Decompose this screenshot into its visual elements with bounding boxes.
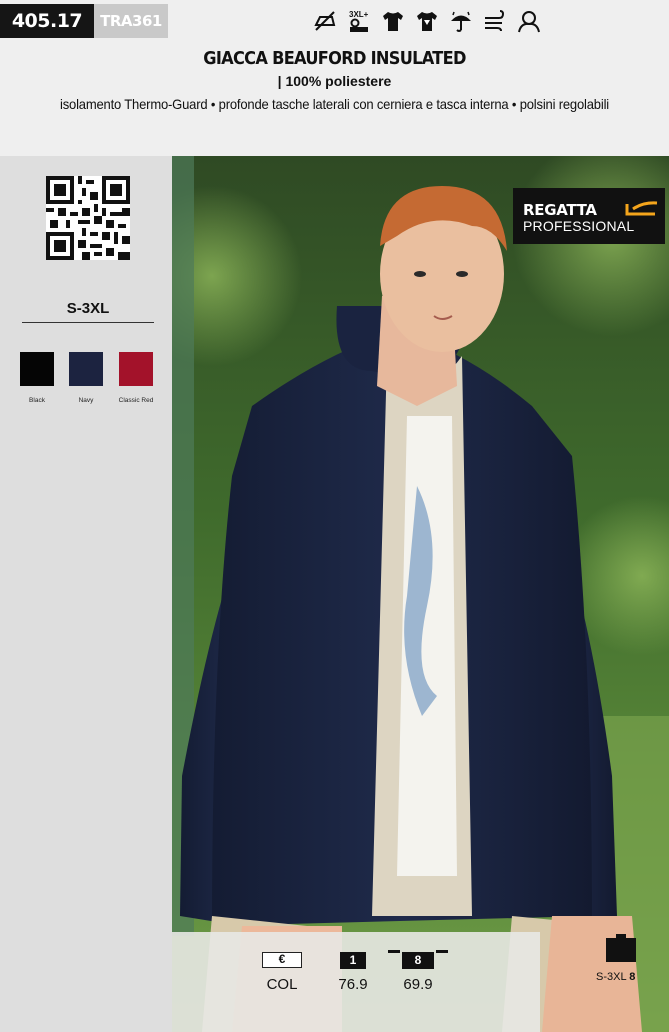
- plus-size-text: 3XL+: [349, 10, 369, 19]
- waterproof-umbrella-icon: [451, 11, 471, 32]
- qty-tier-8: 8: [402, 952, 434, 969]
- 3xl-plus-size-icon: 3XL+: [349, 10, 369, 32]
- product-material: | 100% poliestere: [277, 73, 392, 89]
- tshirt-print-icon: [417, 12, 437, 31]
- brand-line2: PROFESSIONAL: [523, 218, 635, 234]
- hooded-person-icon: [518, 11, 540, 33]
- tshirt-icon: [383, 12, 403, 31]
- pack-count: 8: [629, 971, 636, 983]
- product-photo: [172, 156, 669, 1032]
- color-swatch-navy[interactable]: [69, 352, 103, 386]
- pack-sizes: S-3XL: [596, 971, 627, 983]
- no-ironing-icon: [314, 11, 336, 31]
- qty-tier-1: 1: [340, 952, 366, 969]
- price-tier-1: 76.9: [338, 976, 368, 993]
- qr-code[interactable]: [46, 176, 130, 260]
- tier-dash-right: [436, 950, 448, 953]
- windproof-icon: [485, 10, 505, 32]
- size-range: S-3XL: [22, 300, 154, 323]
- model-wearing-jacket-image: [172, 156, 669, 1032]
- color-label-navy: Navy: [78, 397, 94, 404]
- color-column-label: COL: [266, 976, 298, 993]
- product-features: isolamento Thermo-Guard • profonde tasch…: [59, 96, 609, 112]
- reference-badge: TRA361: [94, 4, 168, 38]
- color-label-black: Black: [29, 397, 45, 404]
- product-title: GIACCA BEAUFORD INSULATED: [203, 48, 466, 69]
- tier-dash-left: [388, 950, 400, 953]
- pack-label: S-3XL 8: [596, 971, 635, 983]
- currency-box: €: [262, 952, 302, 968]
- color-label-classic-red: Classic Red: [118, 397, 154, 404]
- care-icons-row: 3XL+: [312, 6, 542, 36]
- price-tier-8: 69.9: [403, 976, 433, 993]
- color-swatch-classic-red[interactable]: [119, 352, 153, 386]
- brand-swoosh-icon: [625, 201, 658, 216]
- brand-logo: REGATTA PROFESSIONAL: [513, 188, 665, 244]
- color-swatch-black[interactable]: [20, 352, 54, 386]
- product-code-badge: 405.17: [0, 4, 94, 38]
- sidebar: S-3XL Black Navy Classic Red: [0, 156, 172, 1032]
- pack-box-icon: [606, 934, 636, 962]
